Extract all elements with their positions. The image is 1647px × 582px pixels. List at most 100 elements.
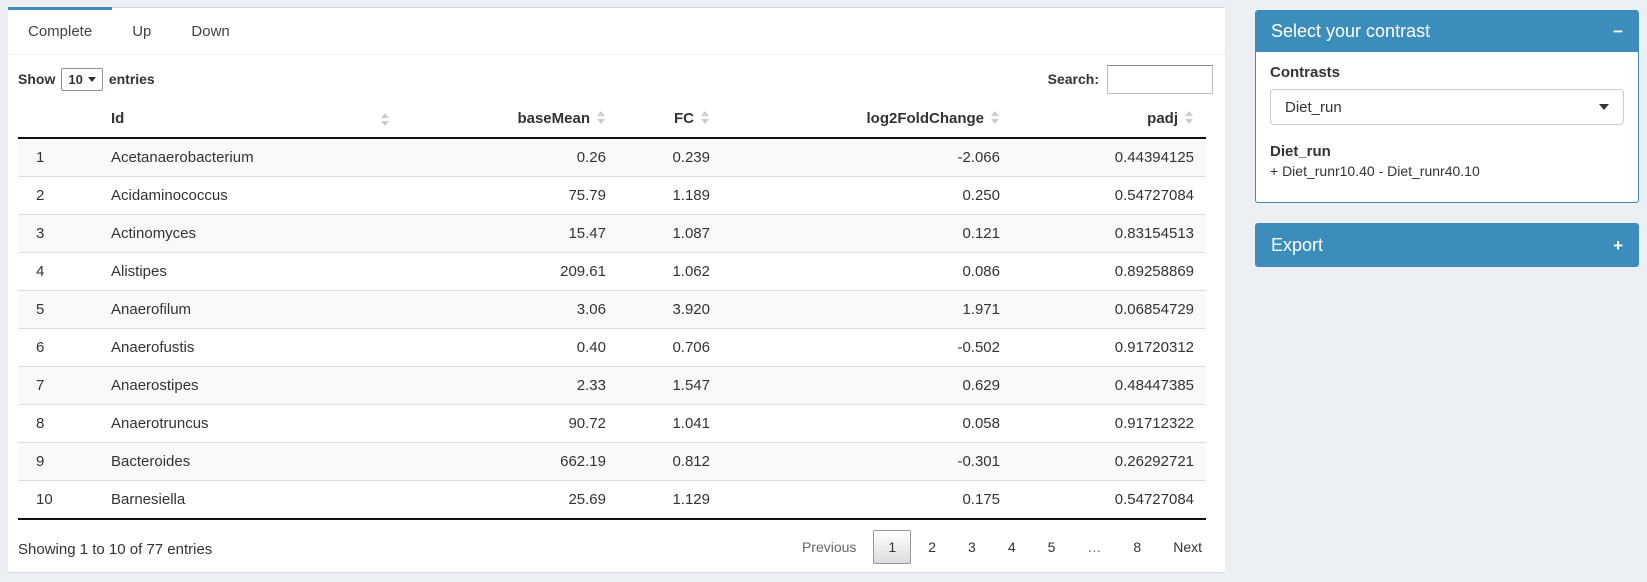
collapse-minus-icon[interactable]: − bbox=[1613, 23, 1623, 40]
cell-n: 2 bbox=[18, 177, 93, 215]
cell-fc: 1.062 bbox=[618, 253, 722, 291]
export-panel-title: Export bbox=[1271, 235, 1323, 256]
page-length-select[interactable]: 10 bbox=[61, 68, 102, 91]
expand-plus-icon[interactable]: + bbox=[1613, 237, 1623, 254]
cell-n: 1 bbox=[18, 138, 93, 177]
cell-fc: 0.239 bbox=[618, 138, 722, 177]
contrasts-label: Contrasts bbox=[1270, 64, 1624, 81]
export-panel: Export + bbox=[1255, 223, 1639, 267]
cell-id: Acetanaerobacterium bbox=[93, 138, 400, 177]
column-label: Id bbox=[111, 110, 124, 127]
column-header-basemean[interactable]: baseMean bbox=[400, 100, 618, 138]
contrast-formula: + Diet_runr10.40 - Diet_runr40.10 bbox=[1270, 163, 1624, 179]
cell-baseMean: 90.72 bbox=[400, 405, 618, 443]
cell-log2fc: -0.502 bbox=[722, 329, 1012, 367]
cell-id: Anaerofilum bbox=[93, 291, 400, 329]
table-row[interactable]: 3Actinomyces15.471.0870.1210.83154513 bbox=[18, 215, 1206, 253]
previous-page-button[interactable]: Previous bbox=[787, 530, 871, 564]
cell-n: 9 bbox=[18, 443, 93, 481]
search-input[interactable] bbox=[1107, 65, 1213, 94]
cell-baseMean: 15.47 bbox=[400, 215, 618, 253]
cell-padj: 0.83154513 bbox=[1012, 215, 1206, 253]
sort-both-icon bbox=[381, 113, 390, 126]
cell-log2fc: 0.058 bbox=[722, 405, 1012, 443]
column-label: log2FoldChange bbox=[867, 110, 985, 127]
contrast-panel-body: Contrasts Diet_run Diet_run + Diet_runr1… bbox=[1256, 52, 1638, 191]
sort-both-icon bbox=[701, 111, 710, 124]
tab-down[interactable]: Down bbox=[171, 7, 249, 54]
cell-fc: 1.547 bbox=[618, 367, 722, 405]
pagination-ellipsis: … bbox=[1072, 530, 1116, 564]
tab-complete[interactable]: Complete bbox=[8, 7, 112, 54]
sort-both-icon bbox=[991, 111, 1000, 124]
cell-padj: 0.54727084 bbox=[1012, 177, 1206, 215]
page-button-1[interactable]: 1 bbox=[873, 530, 911, 564]
select-caret-icon bbox=[88, 77, 96, 82]
contrast-name: Diet_run bbox=[1270, 143, 1624, 160]
cell-baseMean: 662.19 bbox=[400, 443, 618, 481]
table-row[interactable]: 7Anaerostipes2.331.5470.6290.48447385 bbox=[18, 367, 1206, 405]
cell-baseMean: 2.33 bbox=[400, 367, 618, 405]
cell-n: 5 bbox=[18, 291, 93, 329]
column-header-log2foldchange[interactable]: log2FoldChange bbox=[722, 100, 1012, 138]
table-row[interactable]: 2Acidaminococcus75.791.1890.2500.5472708… bbox=[18, 177, 1206, 215]
contrast-select-value: Diet_run bbox=[1285, 99, 1342, 116]
cell-n: 4 bbox=[18, 253, 93, 291]
column-header-padj[interactable]: padj bbox=[1012, 100, 1206, 138]
table-row[interactable]: 8Anaerotruncus90.721.0410.0580.91712322 bbox=[18, 405, 1206, 443]
contrast-panel: Select your contrast − Contrasts Diet_ru… bbox=[1255, 10, 1639, 203]
table-info: Showing 1 to 10 of 77 entries bbox=[18, 537, 212, 558]
page-button-8[interactable]: 8 bbox=[1118, 530, 1156, 564]
cell-padj: 0.91720312 bbox=[1012, 329, 1206, 367]
cell-padj: 0.44394125 bbox=[1012, 138, 1206, 177]
page-button-5[interactable]: 5 bbox=[1033, 530, 1071, 564]
export-panel-header: Export + bbox=[1256, 224, 1638, 266]
table-row[interactable]: 1Acetanaerobacterium0.260.239-2.0660.443… bbox=[18, 138, 1206, 177]
cell-padj: 0.54727084 bbox=[1012, 481, 1206, 520]
cell-log2fc: -0.301 bbox=[722, 443, 1012, 481]
table-row[interactable]: 5Anaerofilum3.063.9201.9710.06854729 bbox=[18, 291, 1206, 329]
table-row[interactable]: 4Alistipes209.611.0620.0860.89258869 bbox=[18, 253, 1206, 291]
contrast-panel-header: Select your contrast − bbox=[1256, 11, 1638, 52]
cell-n: 6 bbox=[18, 329, 93, 367]
cell-baseMean: 25.69 bbox=[400, 481, 618, 520]
cell-log2fc: 1.971 bbox=[722, 291, 1012, 329]
cell-baseMean: 0.26 bbox=[400, 138, 618, 177]
contrast-select[interactable]: Diet_run bbox=[1270, 89, 1624, 125]
table-row[interactable]: 10Barnesiella25.691.1290.1750.54727084 bbox=[18, 481, 1206, 520]
cell-baseMean: 0.40 bbox=[400, 329, 618, 367]
cell-baseMean: 209.61 bbox=[400, 253, 618, 291]
cell-fc: 3.920 bbox=[618, 291, 722, 329]
column-label: FC bbox=[674, 110, 694, 127]
cell-log2fc: 0.250 bbox=[722, 177, 1012, 215]
column-header-id[interactable]: Id bbox=[93, 100, 400, 138]
cell-id: Anaerotruncus bbox=[93, 405, 400, 443]
cell-n: 8 bbox=[18, 405, 93, 443]
cell-log2fc: 0.086 bbox=[722, 253, 1012, 291]
table-row[interactable]: 9Bacteroides662.190.812-0.3010.26292721 bbox=[18, 443, 1206, 481]
page-length-value: 10 bbox=[68, 72, 82, 87]
cell-fc: 1.041 bbox=[618, 405, 722, 443]
page-button-4[interactable]: 4 bbox=[993, 530, 1031, 564]
next-page-button[interactable]: Next bbox=[1158, 530, 1217, 564]
page-button-3[interactable]: 3 bbox=[953, 530, 991, 564]
results-panel: Complete Up Down Show 10 entries Search: bbox=[8, 7, 1225, 572]
cell-padj: 0.26292721 bbox=[1012, 443, 1206, 481]
cell-fc: 1.189 bbox=[618, 177, 722, 215]
tab-up[interactable]: Up bbox=[112, 7, 171, 54]
chevron-down-icon bbox=[1599, 104, 1609, 110]
cell-fc: 1.129 bbox=[618, 481, 722, 520]
sort-both-icon bbox=[1185, 111, 1194, 124]
pagination: Previous12345…8Next bbox=[785, 530, 1217, 564]
table-row[interactable]: 6Anaerofustis0.400.706-0.5020.91720312 bbox=[18, 329, 1206, 367]
column-header-fc[interactable]: FC bbox=[618, 100, 722, 138]
entries-label: entries bbox=[109, 71, 155, 87]
page-button-2[interactable]: 2 bbox=[913, 530, 951, 564]
sort-both-icon bbox=[597, 111, 606, 124]
cell-fc: 1.087 bbox=[618, 215, 722, 253]
cell-padj: 0.91712322 bbox=[1012, 405, 1206, 443]
search-control: Search: bbox=[1048, 65, 1213, 94]
cell-fc: 0.706 bbox=[618, 329, 722, 367]
table-footer: Showing 1 to 10 of 77 entries Previous12… bbox=[8, 520, 1225, 564]
cell-padj: 0.48447385 bbox=[1012, 367, 1206, 405]
